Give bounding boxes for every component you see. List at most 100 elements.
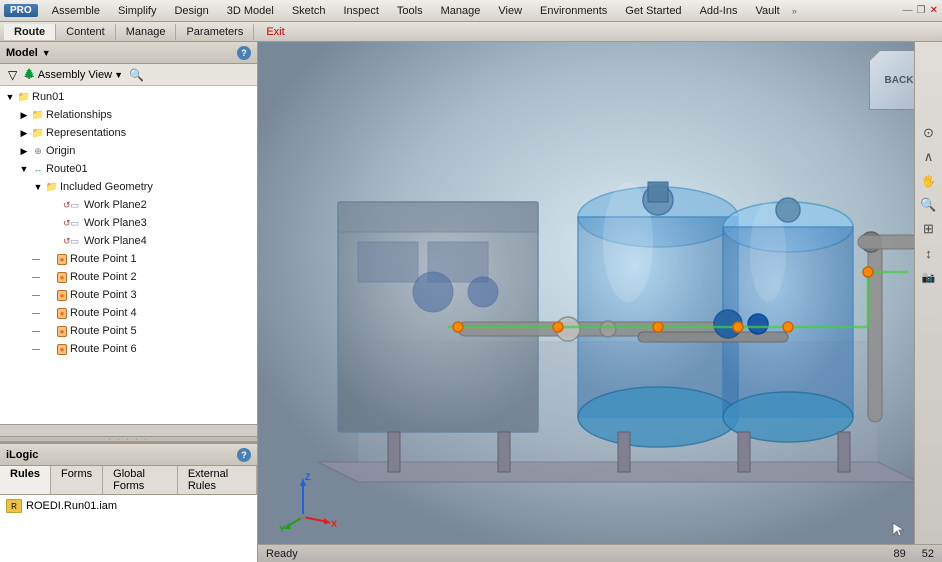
zoom-window-tool[interactable]: ↕ bbox=[918, 242, 940, 264]
tab-content[interactable]: Content bbox=[56, 24, 116, 40]
tree-expand-routepoint4 bbox=[42, 307, 54, 319]
tree-item-workplane4[interactable]: ↺▭Work Plane4 bbox=[0, 232, 257, 250]
menu-sketch[interactable]: Sketch bbox=[284, 3, 334, 19]
menu-design[interactable]: Design bbox=[166, 3, 216, 19]
tree-item-workplane2[interactable]: ↺▭Work Plane2 bbox=[0, 196, 257, 214]
tree-expand-included-geometry[interactable]: ▼ bbox=[32, 181, 44, 193]
tree-item-routepoint4[interactable]: ●Route Point 4 bbox=[0, 304, 257, 322]
menu-bar: PRO Assemble Simplify Design 3D Model Sk… bbox=[0, 0, 942, 22]
tree-icon-route: ↔ bbox=[30, 162, 46, 176]
tree-icon-point: ● bbox=[54, 252, 70, 266]
tab-parameters[interactable]: Parameters bbox=[176, 24, 254, 40]
tree-item-run01[interactable]: ▼📁Run01 bbox=[0, 88, 257, 106]
zoom-tool[interactable]: 🔍 bbox=[918, 194, 940, 216]
tree-icon-workplane: ↺▭ bbox=[58, 198, 84, 212]
axis-widget: Z X Y bbox=[278, 472, 338, 532]
ilogic-tabs: Rules Forms Global Forms External Rules bbox=[0, 466, 257, 495]
pan-tool[interactable]: 🖐 bbox=[918, 170, 940, 192]
tree-expand-representations[interactable]: ▶ bbox=[18, 127, 30, 139]
tree-icon-point: ● bbox=[54, 324, 70, 338]
menu-environments[interactable]: Environments bbox=[532, 3, 615, 19]
look-at-tool[interactable]: ∧ bbox=[918, 146, 940, 168]
window-minimize[interactable]: — bbox=[903, 5, 913, 16]
tree-line-indicator bbox=[32, 259, 40, 260]
menu-more-arrow[interactable]: » bbox=[792, 6, 797, 16]
ilogic-content: R ROEDI.Run01.iam bbox=[0, 495, 257, 562]
main-area: Model ▼ ? ▽ 🌲 Assembly View ▼ 🔍 ▼📁Run01▶… bbox=[0, 42, 942, 562]
tree-label-route01: Route01 bbox=[46, 163, 88, 175]
viewport-canvas[interactable]: BACK ⊙ ∧ 🖐 🔍 ⊞ ↕ 📷 Z bbox=[258, 42, 942, 562]
svg-text:X: X bbox=[331, 519, 337, 529]
tree-expand-workplane4 bbox=[46, 235, 58, 247]
menu-addins[interactable]: Add-Ins bbox=[692, 3, 746, 19]
menu-vault[interactable]: Vault bbox=[747, 3, 787, 19]
coord-x: 89 bbox=[894, 548, 906, 560]
tree-item-routepoint2[interactable]: ●Route Point 2 bbox=[0, 268, 257, 286]
tree-label-routepoint4: Route Point 4 bbox=[70, 307, 137, 319]
ilogic-tab-rules[interactable]: Rules bbox=[0, 466, 51, 494]
ilogic-tab-global-forms[interactable]: Global Forms bbox=[103, 466, 178, 494]
tree-expand-workplane3 bbox=[46, 217, 58, 229]
menu-simplify[interactable]: Simplify bbox=[110, 3, 165, 19]
tree-label-routepoint3: Route Point 3 bbox=[70, 289, 137, 301]
tree-icon-workplane: ↺▭ bbox=[58, 216, 84, 230]
tree-icon-folder: 📁 bbox=[30, 126, 46, 140]
tree-expand-relationships[interactable]: ▶ bbox=[18, 109, 30, 121]
menu-view[interactable]: View bbox=[490, 3, 530, 19]
tree-item-route01[interactable]: ▼↔Route01 bbox=[0, 160, 257, 178]
assembly-view-label: Assembly View bbox=[38, 69, 112, 81]
tree-expand-origin[interactable]: ▶ bbox=[18, 145, 30, 157]
camera-tool[interactable]: 📷 bbox=[918, 266, 940, 288]
viewport[interactable]: BACK ⊙ ∧ 🖐 🔍 ⊞ ↕ 📷 Z bbox=[258, 42, 942, 562]
tree-icon-origin: ⊕ bbox=[30, 144, 46, 158]
window-controls: — ❐ ✕ bbox=[903, 5, 938, 16]
ilogic-tab-forms[interactable]: Forms bbox=[51, 466, 103, 494]
window-close[interactable]: ✕ bbox=[930, 5, 938, 16]
menu-manage[interactable]: Manage bbox=[433, 3, 489, 19]
tab-exit[interactable]: Exit bbox=[258, 24, 292, 40]
tree-item-routepoint5[interactable]: ●Route Point 5 bbox=[0, 322, 257, 340]
tree-item-routepoint6[interactable]: ●Route Point 6 bbox=[0, 340, 257, 358]
orbit-tool[interactable]: ⊙ bbox=[918, 122, 940, 144]
menu-getstarted[interactable]: Get Started bbox=[617, 3, 689, 19]
rule-item[interactable]: R ROEDI.Run01.iam bbox=[2, 497, 255, 515]
filter-icon[interactable]: ▽ bbox=[4, 66, 21, 84]
tree-item-routepoint1[interactable]: ●Route Point 1 bbox=[0, 250, 257, 268]
ilogic-panel: iLogic ? Rules Forms Global Forms Extern… bbox=[0, 442, 257, 562]
tree-label-relationships: Relationships bbox=[46, 109, 112, 121]
menu-tools[interactable]: Tools bbox=[389, 3, 431, 19]
tree-label-routepoint1: Route Point 1 bbox=[70, 253, 137, 265]
tree-expand-route01[interactable]: ▼ bbox=[18, 163, 30, 175]
model-tree: ▼📁Run01▶📁Relationships▶📁Representations▶… bbox=[0, 86, 257, 424]
assembly-view-dropdown[interactable]: ▼ bbox=[114, 70, 123, 80]
ilogic-tab-external-rules[interactable]: External Rules bbox=[178, 466, 257, 494]
search-icon[interactable]: 🔍 bbox=[125, 66, 148, 84]
tree-label-workplane4: Work Plane4 bbox=[84, 235, 147, 247]
tree-expand-routepoint6 bbox=[42, 343, 54, 355]
tree-item-representations[interactable]: ▶📁Representations bbox=[0, 124, 257, 142]
tree-item-origin[interactable]: ▶⊕Origin bbox=[0, 142, 257, 160]
tab-route[interactable]: Route bbox=[4, 24, 56, 40]
tree-expand-routepoint3 bbox=[42, 289, 54, 301]
model-dropdown-arrow[interactable]: ▼ bbox=[42, 48, 51, 58]
menu-inspect[interactable]: Inspect bbox=[335, 3, 386, 19]
menu-3dmodel[interactable]: 3D Model bbox=[219, 3, 282, 19]
tree-item-relationships[interactable]: ▶📁Relationships bbox=[0, 106, 257, 124]
axis-svg: Z X Y bbox=[278, 472, 338, 532]
zoom-extents-tool[interactable]: ⊞ bbox=[918, 218, 940, 240]
tree-expand-run01[interactable]: ▼ bbox=[4, 91, 16, 103]
tree-label-workplane2: Work Plane2 bbox=[84, 199, 147, 211]
status-bar: Ready 89 52 bbox=[258, 544, 942, 562]
tree-item-routepoint3[interactable]: ●Route Point 3 bbox=[0, 286, 257, 304]
model-help-button[interactable]: ? bbox=[237, 46, 251, 60]
tree-item-workplane3[interactable]: ↺▭Work Plane3 bbox=[0, 214, 257, 232]
tab-manage[interactable]: Manage bbox=[116, 24, 177, 40]
ilogic-title: iLogic bbox=[6, 449, 38, 461]
tree-icon-component: 📁 bbox=[16, 90, 32, 104]
menu-assemble[interactable]: Assemble bbox=[44, 3, 108, 19]
window-restore[interactable]: ❐ bbox=[917, 5, 926, 16]
tree-item-included-geometry[interactable]: ▼📁Included Geometry bbox=[0, 178, 257, 196]
ilogic-help-button[interactable]: ? bbox=[237, 448, 251, 462]
status-coords: 89 52 bbox=[894, 548, 935, 560]
tree-expand-routepoint2 bbox=[42, 271, 54, 283]
